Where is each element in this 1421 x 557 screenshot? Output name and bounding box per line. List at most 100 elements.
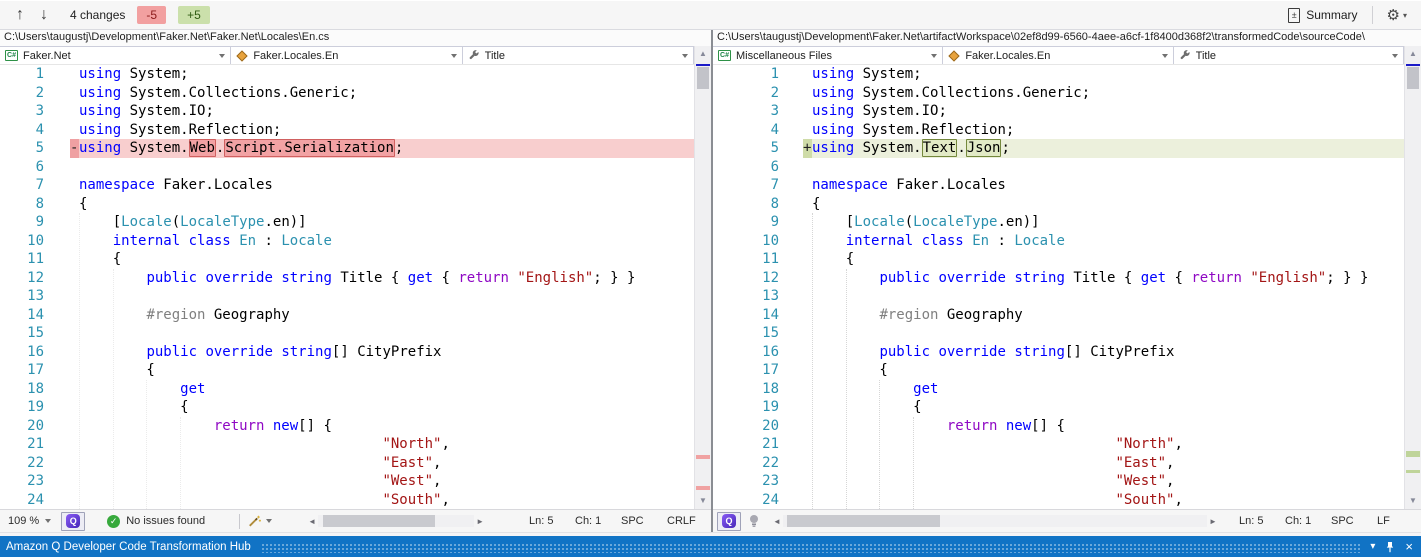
code-line-23[interactable]: 23 "West",: [713, 472, 1404, 491]
code-line-21[interactable]: 21 "North",: [0, 435, 694, 454]
code-line-21[interactable]: 21 "North",: [713, 435, 1404, 454]
code-line-4[interactable]: 4 using System.Reflection;: [0, 120, 694, 139]
code-line-14[interactable]: 14 #region Geography: [0, 305, 694, 324]
amazon-q-button[interactable]: Q: [717, 511, 741, 531]
code-line-14[interactable]: 14 #region Geography: [713, 305, 1404, 324]
code-line-15[interactable]: 15: [713, 324, 1404, 343]
code-line-17[interactable]: 17 {: [713, 361, 1404, 380]
code-line-1[interactable]: 1 using System;: [713, 65, 1404, 84]
change-margin: [803, 380, 812, 399]
code-line-6[interactable]: 6: [713, 157, 1404, 176]
code-line-6[interactable]: 6: [0, 157, 694, 177]
toolbar-right-group: ± Summary ⚙ ▾: [1282, 6, 1413, 24]
code-text: return new[] {: [213, 417, 332, 434]
code-line-16[interactable]: 16 public override string[] CityPrefix: [713, 342, 1404, 361]
scroll-down-icon[interactable]: ▼: [695, 493, 711, 509]
code-line-2[interactable]: 2 using System.Collections.Generic;: [0, 83, 694, 102]
scroll-down-icon[interactable]: ▼: [1405, 493, 1421, 509]
code-editor-source[interactable]: 1 using System; 2 using System.Collections.…: [0, 65, 694, 509]
code-line-11[interactable]: 11 {: [713, 250, 1404, 269]
code-line-24[interactable]: 24 "South",: [713, 490, 1404, 509]
code-line-23[interactable]: 23 "West",: [0, 472, 694, 491]
window-position-caret-icon[interactable]: ▾: [1370, 541, 1375, 552]
code-line-13[interactable]: 13: [0, 287, 694, 306]
code-text: namespace Faker.Locales: [812, 177, 1006, 193]
suggestions-lightbulb-icon[interactable]: [747, 513, 761, 529]
code-line-22[interactable]: 22 "East",: [0, 453, 694, 472]
chevron-down-icon: [450, 53, 457, 58]
code-line-8[interactable]: 8{: [0, 194, 694, 213]
line-number: 18: [0, 379, 70, 398]
project-dropdown[interactable]: C# Miscellaneous Files: [713, 47, 944, 64]
code-line-12[interactable]: 12 public override string Title { get { …: [0, 268, 694, 287]
scroll-left-icon[interactable]: ◄: [771, 517, 783, 526]
code-line-15[interactable]: 15: [0, 324, 694, 343]
code-line-11[interactable]: 11 {: [0, 250, 694, 269]
scroll-up-icon[interactable]: ▲: [1405, 46, 1421, 62]
close-icon[interactable]: ×: [1405, 540, 1413, 553]
code-line-9[interactable]: 9 [Locale(LocaleType.en)]: [713, 213, 1404, 232]
scrollbar-thumb[interactable]: [1407, 67, 1419, 89]
code-editor-transformed[interactable]: 1 using System; 2 using System.Collections.…: [713, 65, 1404, 509]
previous-change-button[interactable]: ↑: [8, 3, 32, 27]
amazon-q-button[interactable]: Q: [61, 511, 86, 531]
member-dropdown[interactable]: Title: [463, 47, 694, 64]
issues-status[interactable]: ✓ No issues found: [107, 514, 205, 528]
horizontal-scrollbar[interactable]: ◄ ►: [771, 514, 1219, 529]
change-margin: [803, 84, 812, 103]
code-line-5[interactable]: 5 + using System.Text.Json;: [713, 139, 1404, 158]
scroll-left-icon[interactable]: ◄: [306, 517, 318, 526]
horizontal-scrollbar[interactable]: ◄ ►: [306, 514, 486, 529]
scrollbar-thumb[interactable]: [322, 515, 436, 527]
code-line-18[interactable]: 18 get: [0, 379, 694, 398]
change-margin: [70, 435, 79, 454]
code-line-22[interactable]: 22 "East",: [713, 453, 1404, 472]
inserted-change-marker: [1406, 451, 1420, 457]
scrollbar-thumb[interactable]: [787, 515, 940, 527]
code-line-19[interactable]: 19 {: [0, 398, 694, 417]
code-line-19[interactable]: 19 {: [713, 398, 1404, 417]
code-line-10[interactable]: 10 internal class En : Locale: [0, 231, 694, 250]
code-line-2[interactable]: 2 using System.Collections.Generic;: [713, 83, 1404, 103]
code-line-17[interactable]: 17 {: [0, 361, 694, 380]
next-change-button[interactable]: ↓: [32, 3, 56, 27]
scroll-right-icon[interactable]: ►: [474, 517, 486, 526]
project-dropdown[interactable]: C# Faker.Net: [0, 47, 232, 64]
code-line-13[interactable]: 13: [713, 287, 1404, 306]
code-line-1[interactable]: 1 using System;: [0, 65, 694, 84]
type-dropdown[interactable]: Faker.Locales.En: [943, 47, 1174, 64]
tool-window-titlebar[interactable]: Amazon Q Developer Code Transformation H…: [0, 536, 1421, 557]
code-cleanup-button[interactable]: [246, 514, 274, 528]
code-line-20[interactable]: 20 return new[] {: [0, 416, 694, 435]
line-number: 19: [713, 398, 803, 417]
pin-icon[interactable]: [1385, 541, 1395, 553]
line-number: 13: [0, 287, 70, 306]
code-line-8[interactable]: 8{: [713, 194, 1404, 213]
settings-gear-button[interactable]: ⚙ ▾: [1381, 7, 1413, 24]
vertical-scrollbar[interactable]: ▲ ▼: [694, 46, 711, 509]
scroll-right-icon[interactable]: ►: [1207, 517, 1219, 526]
code-line-16[interactable]: 16 public override string[] CityPrefix: [0, 342, 694, 361]
added-lines-badge: +5: [178, 6, 210, 24]
vertical-scrollbar[interactable]: ▲ ▼: [1404, 46, 1421, 509]
line-number: 8: [713, 194, 803, 213]
scroll-up-icon[interactable]: ▲: [695, 46, 711, 62]
code-line-9[interactable]: 9 [Locale(LocaleType.en)]: [0, 213, 694, 232]
code-line-3[interactable]: 3 using System.IO;: [713, 102, 1404, 121]
scrollbar-thumb[interactable]: [697, 67, 709, 89]
member-dropdown[interactable]: Title: [1174, 47, 1404, 64]
code-line-10[interactable]: 10 internal class En : Locale: [713, 231, 1404, 250]
code-line-24[interactable]: 24 "South",: [0, 490, 694, 509]
code-line-5[interactable]: 5- using System.Web.Script.Serialization;: [0, 139, 694, 158]
code-line-12[interactable]: 12 public override string Title { get { …: [713, 268, 1404, 287]
code-line-7[interactable]: 7 namespace Faker.Locales: [0, 176, 694, 195]
zoom-level-dropdown[interactable]: 109 %: [4, 512, 55, 531]
code-line-18[interactable]: 18 get: [713, 379, 1404, 399]
code-line-3[interactable]: 3 using System.IO;: [0, 102, 694, 121]
code-line-7[interactable]: 7 namespace Faker.Locales: [713, 176, 1404, 195]
code-line-4[interactable]: 4 using System.Reflection;: [713, 120, 1404, 139]
code-line-20[interactable]: 20 return new[] {: [713, 416, 1404, 435]
summary-button[interactable]: ± Summary: [1282, 7, 1363, 24]
type-dropdown[interactable]: Faker.Locales.En: [231, 47, 463, 64]
